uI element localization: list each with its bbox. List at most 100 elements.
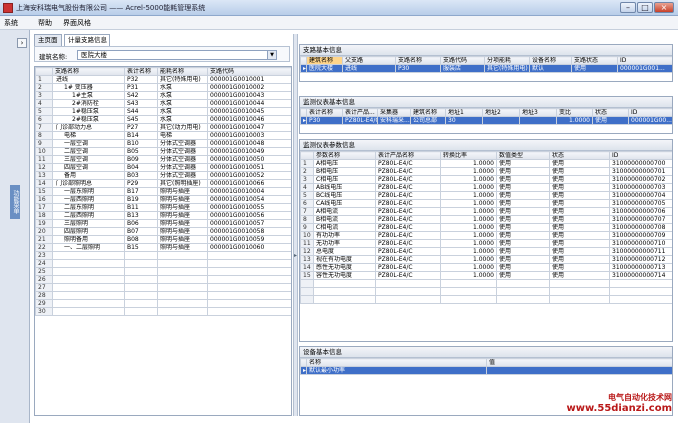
table-row[interactable]: 13 备用 B03 分体式空调器 000001G0010052 xyxy=(35,171,291,180)
table-row[interactable] xyxy=(300,295,672,304)
table-row[interactable]: 27 xyxy=(35,283,291,292)
table-row[interactable]: 15 一层东照明 B17 照明与插座 000001G0010004 xyxy=(35,187,291,196)
table-row[interactable]: 24 xyxy=(35,259,291,268)
column-header[interactable]: ID xyxy=(628,108,672,117)
table-cell: B19 xyxy=(124,195,158,204)
menu-help[interactable]: 帮助 xyxy=(38,18,52,28)
column-header[interactable]: 表计产品... xyxy=(342,108,378,117)
column-header[interactable]: 父支路 xyxy=(342,56,396,65)
column-header[interactable]: 名称 xyxy=(306,358,487,367)
building-select[interactable]: 医院大楼 ▼ xyxy=(77,50,277,60)
column-header[interactable]: 建筑名称 xyxy=(410,108,446,117)
table-row[interactable]: 21 照明备用 B08 照明与插座 000001G0010059 xyxy=(35,235,291,244)
column-header[interactable]: 表计产品名称 xyxy=(375,151,441,160)
column-header[interactable]: 采集器 xyxy=(377,108,411,117)
column-header[interactable]: 表计名称 xyxy=(306,108,343,117)
table-row[interactable]: 2 B相电压 PZ80L-E4/C 1.0000 使用 使用 31000000000701 xyxy=(300,167,672,176)
table-row[interactable]: 3 1#主泵 S42 水泵 000001G0010043 xyxy=(35,91,291,100)
tab-home[interactable]: 主页面 xyxy=(34,34,62,46)
table-cell: P30 xyxy=(395,64,441,73)
menu-system[interactable]: 系统 xyxy=(4,18,18,28)
column-header[interactable]: 支路状态 xyxy=(571,56,618,65)
column-header[interactable]: 状态 xyxy=(592,108,629,117)
menu-style[interactable]: 界面风格 xyxy=(63,18,91,28)
table-row[interactable]: 9 C相电流 PZ80L-E4/C 1.0000 使用 使用 31000000000708 xyxy=(300,223,672,232)
table-row[interactable]: 16 一层西照明 B19 照明与插座 000001G0010054 xyxy=(35,195,291,204)
table-row[interactable]: 4 AB线电压 PZ80L-E4/C 1.0000 使用 使用 31000000000703 xyxy=(300,183,672,192)
column-header[interactable]: 支路名称 xyxy=(395,56,441,65)
column-header[interactable]: ID xyxy=(609,151,672,160)
column-header[interactable]: 地址2 xyxy=(482,108,520,117)
column-header[interactable]: 变比 xyxy=(556,108,593,117)
selected-row[interactable]: ▸ 医院大楼 进线 P30 服装店 其它(特殊用电) 默认 使用 000001G001... xyxy=(300,64,672,73)
table-row[interactable]: 3 C相电压 PZ80L-E4/C 1.0000 使用 使用 31000000000702 xyxy=(300,175,672,184)
column-header[interactable]: 支路代码 xyxy=(440,56,485,65)
panel-splitter[interactable]: ▸ xyxy=(293,34,298,416)
table-row[interactable]: 7 门诊部动力总 P27 其它(动力用电) 000001G0010047 xyxy=(35,123,291,132)
table-row[interactable]: 10 有功功率 PZ80L-E4/C 1.0000 使用 使用 31000000000709 xyxy=(300,231,672,240)
selected-row[interactable]: ▸ 默认最小功率 xyxy=(300,366,672,375)
column-header[interactable]: 地址3 xyxy=(519,108,557,117)
table-row[interactable]: 11 无功功率 PZ80L-E4/C 1.0000 使用 使用 31000000000710 xyxy=(300,239,672,248)
table-row[interactable]: 4 2#消防栓 S43 水泵 000001G0010044 xyxy=(35,99,291,108)
table-row[interactable]: 9 一层空调 B10 分体式空调器 000001G0010048 xyxy=(35,139,291,148)
table-row[interactable]: 1 进线 P32 其它(特殊用电) 000001G0010001 xyxy=(35,75,291,84)
table-row[interactable]: 11 三层空调 B09 分体式空调器 000001G0010050 xyxy=(35,155,291,164)
nav-menu-label[interactable]: 功能菜单 xyxy=(10,185,20,219)
table-row[interactable]: 18 二层西照明 B13 照明与插座 000001G0010056 xyxy=(35,211,291,220)
column-header[interactable]: ID xyxy=(617,56,672,65)
table-row[interactable]: 6 CA线电压 PZ80L-E4/C 1.0000 使用 使用 31000000000705 xyxy=(300,199,672,208)
table-row[interactable]: 17 二层东照明 B11 照明与插座 000001G0010055 xyxy=(35,203,291,212)
table-row[interactable]: 22 一、二层照明 B15 照明与插座 000001G0010060 xyxy=(35,243,291,252)
table-row[interactable]: 14 感性无功电度 PZ80L-E4/C 1.0000 使用 使用 310000000007… xyxy=(300,263,672,272)
column-header[interactable]: 参数名称 xyxy=(313,151,376,160)
minimize-button[interactable]: – xyxy=(620,2,636,13)
table-row[interactable]: 5 BC线电压 PZ80L-E4/C 1.0000 使用 使用 31000000000704 xyxy=(300,191,672,200)
table-row[interactable]: 29 xyxy=(35,299,291,308)
table-row[interactable]: 5 1#稳压泵 S44 水泵 000001G0010045 xyxy=(35,107,291,116)
table-row[interactable]: 20 四层照明 B07 照明与插座 000001G0010058 xyxy=(35,227,291,236)
table-row[interactable]: 12 四层空调 B04 分体式空调器 000001G0010051 xyxy=(35,163,291,172)
column-header[interactable]: 值 xyxy=(486,358,672,367)
table-row[interactable]: 7 A相电流 PZ80L-E4/C 1.0000 使用 使用 31000000000706 xyxy=(300,207,672,216)
tab-branch-info[interactable]: 计量支路信息 xyxy=(64,34,110,46)
column-header[interactable]: 分项能耗 xyxy=(484,56,530,65)
table-row[interactable] xyxy=(300,287,672,296)
table-row[interactable]: 23 xyxy=(35,251,291,260)
col-branch-name[interactable]: 支路名称 xyxy=(52,67,125,76)
table-row[interactable]: 8 B相电流 PZ80L-E4/C 1.0000 使用 使用 31000000000707 xyxy=(300,215,672,224)
column-header[interactable]: 设备名称 xyxy=(529,56,572,65)
table-row[interactable]: 30 xyxy=(35,307,291,316)
table-cell xyxy=(157,259,208,268)
table-row[interactable]: 8 电梯 B14 电梯 000001G0010003 xyxy=(35,131,291,140)
table-row[interactable]: 14 门诊部照明总 P29 其它(照明插座) 000001G0010066 xyxy=(35,179,291,188)
table-cell: 照明与插座 xyxy=(157,195,208,204)
table-row[interactable]: 1 A相电压 PZ80L-E4/C 1.0000 使用 使用 31000000000700 xyxy=(300,159,672,168)
table-cell: 其它(动力用电) xyxy=(157,123,208,132)
col-energy-name[interactable]: 能耗名称 xyxy=(157,67,208,76)
building-label: 建筑名称: xyxy=(39,53,68,61)
column-header[interactable]: 状态 xyxy=(549,151,610,160)
chevron-down-icon[interactable]: ▼ xyxy=(267,51,276,59)
table-row[interactable]: 25 xyxy=(35,267,291,276)
table-row[interactable]: 2 1# 变压器 P31 水泵 000001G0010002 xyxy=(35,83,291,92)
close-button[interactable]: × xyxy=(654,2,674,13)
expand-nav-button[interactable]: › xyxy=(17,38,27,48)
table-row[interactable] xyxy=(300,279,672,288)
table-row[interactable]: 13 视在有功电度 PZ80L-E4/C 1.0000 使用 使用 310000000007… xyxy=(300,255,672,264)
table-row[interactable]: 28 xyxy=(35,291,291,300)
col-meter-name[interactable]: 表计名称 xyxy=(124,67,158,76)
maximize-button[interactable]: □ xyxy=(637,2,653,13)
column-header[interactable]: 建筑名称 xyxy=(306,56,343,65)
table-row[interactable]: 6 2#稳压泵 S45 水泵 000001G0010046 xyxy=(35,115,291,124)
table-row[interactable]: 10 二层空调 B05 分体式空调器 000001G0010049 xyxy=(35,147,291,156)
column-header[interactable]: 转换比率 xyxy=(440,151,497,160)
table-row[interactable]: 15 容性无功电度 PZ80L-E4/C 1.0000 使用 使用 310000000007… xyxy=(300,271,672,280)
col-branch-code[interactable]: 支路代码 xyxy=(207,67,291,76)
table-row[interactable]: 12 总电度 PZ80L-E4/C 1.0000 使用 使用 31000000000711 xyxy=(300,247,672,256)
column-header[interactable]: 数值类型 xyxy=(496,151,550,160)
column-header[interactable]: 地址1 xyxy=(445,108,483,117)
selected-row[interactable]: ▸ P30 PZ80L-E4/C 安科瑞采... 公司总部 30 1.0000 使用 00000… xyxy=(300,116,672,125)
table-row[interactable]: 26 xyxy=(35,275,291,284)
table-row[interactable]: 19 三层照明 B06 照明与插座 000001G0010057 xyxy=(35,219,291,228)
